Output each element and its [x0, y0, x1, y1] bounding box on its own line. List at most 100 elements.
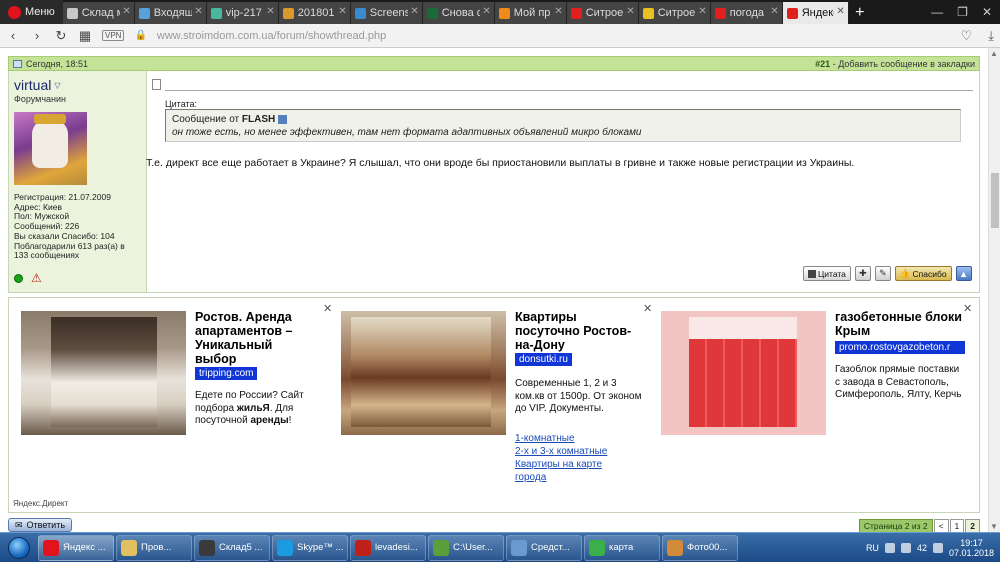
reply-button[interactable]: ✉ Ответить	[8, 518, 73, 532]
speed-dial-icon[interactable]: ▦	[78, 28, 92, 44]
browser-tab[interactable]: Склад м✕	[62, 2, 135, 24]
ad-sitelink[interactable]: Квартиры на карте города	[515, 458, 625, 484]
taskbar-item[interactable]: Пров...	[116, 534, 192, 561]
yandex-direct-label[interactable]: Яндекс.Директ	[13, 499, 68, 508]
tab-close-icon[interactable]: ✕	[266, 6, 274, 17]
tab-close-icon[interactable]: ✕	[626, 6, 634, 17]
close-ad-icon[interactable]: ✕	[323, 302, 332, 315]
browser-tab[interactable]: Мой пр ✕	[494, 2, 567, 24]
minimize-icon[interactable]: —	[931, 5, 943, 19]
browser-tab[interactable]: Ситрое ✕	[566, 2, 639, 24]
tab-close-icon[interactable]: ✕	[482, 6, 490, 17]
ad-title[interactable]: Ростов. Аренда апартаментов – Уникальный…	[195, 310, 313, 366]
forward-icon[interactable]: ›	[30, 28, 44, 43]
ad-title[interactable]: газобетонные блоки Крым	[835, 310, 965, 338]
username[interactable]: virtual ▽	[14, 77, 141, 93]
browser-menu-button[interactable]: Меню	[0, 0, 63, 24]
ad-item[interactable]: Квартиры посуточно Ростов-на-Дону donsut…	[337, 298, 657, 498]
tray-counter[interactable]: 42	[917, 543, 927, 553]
url-field[interactable]: www.stroimdom.com.ua/forum/showthread.ph…	[157, 30, 386, 42]
volume-icon[interactable]	[900, 542, 911, 553]
close-ad-icon[interactable]: ✕	[963, 302, 972, 315]
bookmark-heart-icon[interactable]: ♡	[961, 28, 973, 44]
report-icon[interactable]: ⚠	[31, 271, 42, 285]
ad-domain[interactable]: tripping.com	[195, 367, 258, 380]
tab-close-icon[interactable]: ✕	[770, 6, 778, 17]
taskbar-item[interactable]: Фото00...	[662, 534, 738, 561]
tab-favicon-icon	[786, 7, 798, 19]
tab-favicon-icon	[66, 7, 78, 19]
system-tray: RU 42 19:17 07.01.2018	[866, 538, 1000, 558]
taskbar-item[interactable]: levadesi...	[350, 534, 426, 561]
taskbar-item[interactable]: Средст...	[506, 534, 582, 561]
tab-close-icon[interactable]: ✕	[836, 6, 844, 17]
page-2-current: 2	[965, 519, 980, 532]
back-icon[interactable]: ‹	[6, 28, 20, 43]
ad-title[interactable]: Квартиры посуточно Ростов-на-Дону	[515, 310, 633, 352]
ad-image[interactable]	[661, 311, 826, 435]
thanks-button[interactable]: 👍 Спасибо	[894, 266, 952, 281]
taskbar-item-label: Средст...	[531, 542, 570, 553]
tab-close-icon[interactable]: ✕	[122, 6, 130, 17]
language-indicator[interactable]: RU	[866, 543, 879, 553]
browser-tab[interactable]: Снова с ✕	[422, 2, 495, 24]
taskbar-item-label: C:\User...	[453, 542, 493, 553]
tab-title: Снова с	[441, 7, 480, 19]
ad-domain[interactable]: promo.rostovgazobeton.r	[835, 341, 965, 354]
scroll-top-icon[interactable]: ▲	[955, 266, 972, 281]
browser-tab[interactable]: Screens ✕	[350, 2, 423, 24]
view-post-icon[interactable]	[278, 114, 288, 124]
taskbar-item[interactable]: C:\User...	[428, 534, 504, 561]
prev-page-button[interactable]: <	[933, 519, 949, 532]
scrollbar-thumb[interactable]	[991, 173, 999, 228]
browser-tab[interactable]: погода ✕	[710, 2, 783, 24]
ad-sitelink[interactable]: 1-комнатные	[515, 432, 625, 445]
taskbar-item[interactable]: карта	[584, 534, 660, 561]
reload-icon[interactable]: ↻	[54, 28, 68, 44]
taskbar-item[interactable]: Яндекс ...	[38, 534, 114, 561]
add-bookmark-link[interactable]: - Добавить сообщение в закладки	[833, 59, 975, 69]
notification-icon[interactable]	[932, 542, 943, 553]
maximize-icon[interactable]: ❐	[957, 5, 968, 19]
close-window-icon[interactable]: ✕	[982, 5, 992, 19]
clock[interactable]: 19:17 07.01.2018	[949, 538, 994, 558]
quote-button[interactable]: Цитата	[803, 266, 851, 281]
ad-item[interactable]: Ростов. Аренда апартаментов – Уникальный…	[17, 298, 337, 498]
tab-close-icon[interactable]: ✕	[194, 6, 202, 17]
tab-close-icon[interactable]: ✕	[554, 6, 562, 17]
browser-tab[interactable]: Яндекс✕	[782, 2, 849, 24]
ad-domain[interactable]: donsutki.ru	[515, 353, 572, 366]
ad-item[interactable]: газобетонные блоки Крым promo.rostovgazo…	[657, 298, 977, 498]
quote-prefix: Сообщение от	[172, 114, 240, 125]
post-number[interactable]: #21	[815, 59, 830, 69]
tab-close-icon[interactable]: ✕	[698, 6, 706, 17]
browser-tab[interactable]: Ситрое ✕	[638, 2, 711, 24]
taskbar-item[interactable]: Skype™ ...	[272, 534, 348, 561]
page-1-link[interactable]: 1	[949, 519, 965, 532]
ad-sitelinks: 1-комнатные 2-х и 3-х комнатные Квартиры…	[515, 432, 625, 484]
post-date: Сегодня, 18:51	[26, 58, 89, 69]
close-ad-icon[interactable]: ✕	[643, 302, 652, 315]
start-button[interactable]	[0, 533, 38, 562]
new-tab-button[interactable]: +	[849, 2, 871, 24]
vpn-badge[interactable]: VPN	[102, 30, 125, 41]
ad-image[interactable]	[341, 311, 506, 435]
scroll-up-icon[interactable]: ▲	[990, 49, 998, 58]
download-icon[interactable]: ⤓	[988, 28, 994, 44]
quick-reply-icon[interactable]: ✎	[874, 266, 891, 281]
tab-close-icon[interactable]: ✕	[338, 6, 346, 17]
multiquote-icon[interactable]: ✚	[854, 266, 871, 281]
taskbar-item-label: Skype™ ...	[297, 542, 344, 553]
browser-tab[interactable]: 201801 ✕	[278, 2, 351, 24]
ad-image[interactable]	[21, 311, 186, 435]
taskbar-item[interactable]: Склад5 ...	[194, 534, 270, 561]
taskbar-item-label: Фото00...	[687, 542, 728, 553]
scroll-down-icon[interactable]: ▼	[990, 522, 998, 531]
user-menu-chevron-icon[interactable]: ▽	[54, 81, 60, 90]
tab-close-icon[interactable]: ✕	[410, 6, 418, 17]
network-icon[interactable]	[884, 542, 895, 553]
browser-tab[interactable]: vip-217 ✕	[206, 2, 279, 24]
page-scrollbar[interactable]: ▲ ▼	[988, 48, 1000, 532]
browser-tab[interactable]: Входящ ✕	[134, 2, 207, 24]
ad-sitelink[interactable]: 2-х и 3-х комнатные	[515, 445, 625, 458]
